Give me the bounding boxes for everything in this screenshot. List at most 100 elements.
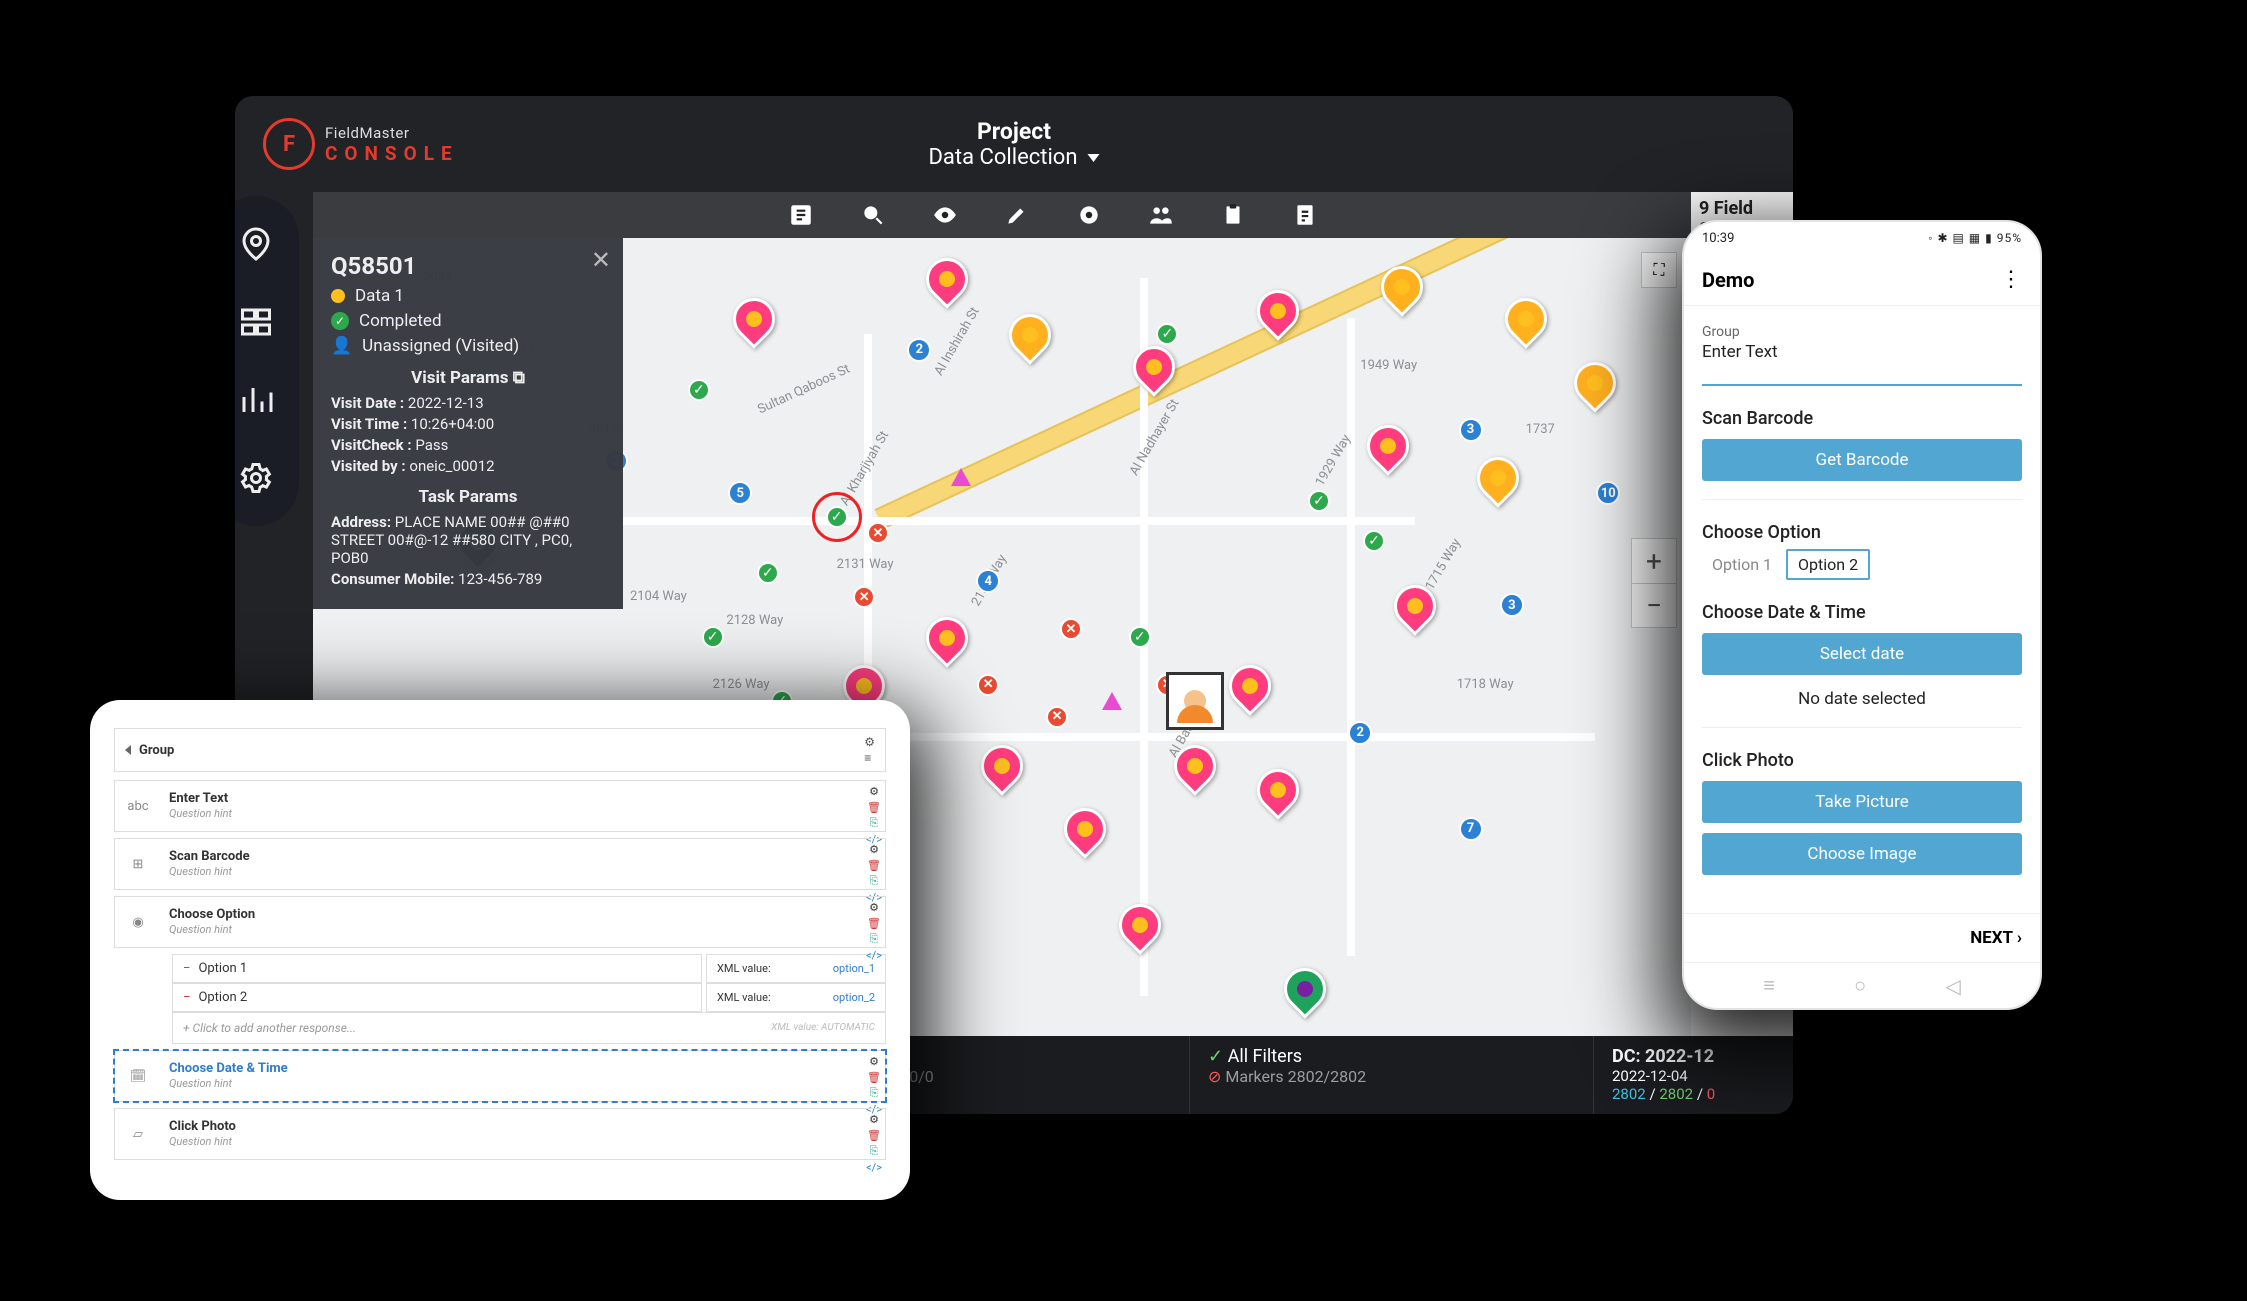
cluster-badge[interactable]: 7 xyxy=(1459,817,1483,841)
cluster-badge[interactable]: 5 xyxy=(728,481,752,505)
status-tick-icon: ✓ xyxy=(1363,530,1385,552)
gear-icon[interactable]: ⚙ xyxy=(867,842,881,856)
dc-count-total: 2802 xyxy=(1612,1085,1646,1103)
trash-icon[interactable]: 🗑 xyxy=(867,1070,881,1084)
brand-logo: F FieldMaster CONSOLE xyxy=(263,118,459,170)
zoom-out-button[interactable]: − xyxy=(1632,583,1676,627)
marker-id: Q58501 xyxy=(331,252,605,280)
home-icon[interactable]: ○ xyxy=(1854,973,1866,998)
tool-visibility-icon[interactable] xyxy=(930,200,960,230)
copy-icon[interactable]: ⎘ xyxy=(867,1144,881,1158)
copy-icon[interactable]: ⎘ xyxy=(867,932,881,946)
project-label: Project xyxy=(928,118,1099,145)
gear-icon[interactable]: ⚙ xyxy=(867,784,881,798)
next-button[interactable]: NEXT › xyxy=(1684,913,2040,962)
question-row[interactable]: ◉ Choose OptionQuestion hint ⚙🗑⎘</> xyxy=(114,896,886,948)
trash-icon[interactable]: 🗑 xyxy=(867,858,881,872)
question-row-selected[interactable]: 🗓 Choose Date & TimeQuestion hint ⚙🗑⎘</> xyxy=(114,1050,886,1102)
trash-icon[interactable]: 🗑 xyxy=(867,1128,881,1142)
copy-icon[interactable]: ⎘ xyxy=(867,1086,881,1100)
visit-check-key: VisitCheck : xyxy=(331,436,412,454)
console-header: F FieldMaster CONSOLE Project Data Colle… xyxy=(235,96,1793,192)
map-pin[interactable] xyxy=(733,298,775,350)
cluster-badge[interactable]: 3 xyxy=(1459,418,1483,442)
add-option-row[interactable]: + Click to add another response... XML v… xyxy=(172,1012,886,1044)
gear-icon[interactable]: ⚙ xyxy=(867,900,881,914)
trash-icon[interactable]: 🗑 xyxy=(867,916,881,930)
menu-icon[interactable]: ≡ xyxy=(864,751,875,765)
user-avatar-marker[interactable] xyxy=(1166,672,1224,730)
map-pin[interactable] xyxy=(1064,808,1106,860)
gear-icon[interactable]: ⚙ xyxy=(867,1112,881,1126)
map-pin[interactable] xyxy=(1477,457,1519,509)
option-1-button[interactable]: Option 1 xyxy=(1702,551,1782,578)
code-icon[interactable]: </> xyxy=(867,1160,881,1174)
trash-icon[interactable]: 🗑 xyxy=(867,800,881,814)
map-pin[interactable] xyxy=(1257,290,1299,342)
map-pin[interactable] xyxy=(926,258,968,310)
gear-icon[interactable]: ⚙ xyxy=(867,1054,881,1068)
map-pin[interactable] xyxy=(981,745,1023,797)
map-pin[interactable] xyxy=(1174,745,1216,797)
question-hint: Question hint xyxy=(169,923,232,936)
nav-analytics-icon[interactable] xyxy=(235,378,278,422)
back-icon[interactable]: ◁ xyxy=(1945,974,1960,998)
gear-icon[interactable]: ⚙ xyxy=(864,735,875,749)
map-pin[interactable] xyxy=(926,617,968,669)
tool-target-icon[interactable] xyxy=(1074,200,1104,230)
tool-draw-icon[interactable] xyxy=(1002,200,1032,230)
option-row[interactable]: −Option 1 XML value:option_1 xyxy=(172,954,886,983)
tool-users-icon[interactable] xyxy=(1146,200,1176,230)
cluster-badge[interactable]: 2 xyxy=(907,338,931,362)
nav-forms-icon[interactable] xyxy=(235,300,278,344)
map-pin[interactable] xyxy=(1257,769,1299,821)
take-picture-button[interactable]: Take Picture xyxy=(1702,781,2022,823)
choose-image-button[interactable]: Choose Image xyxy=(1702,833,2022,875)
map-pin[interactable] xyxy=(1133,346,1175,398)
cluster-badge[interactable]: 4 xyxy=(976,569,1000,593)
copy-icon[interactable]: ⎘ xyxy=(867,874,881,888)
remove-icon[interactable]: − xyxy=(183,961,190,976)
text-input[interactable] xyxy=(1702,384,2022,386)
remove-icon[interactable]: − xyxy=(183,990,190,1005)
option-2-button[interactable]: Option 2 xyxy=(1786,549,1870,580)
question-row[interactable]: abc Enter TextQuestion hint ⚙🗑⎘</> xyxy=(114,780,886,832)
code-icon[interactable]: </> xyxy=(867,948,881,962)
project-title[interactable]: Project Data Collection xyxy=(928,118,1099,170)
map-pin[interactable] xyxy=(1009,314,1051,366)
tool-zoom-icon[interactable] xyxy=(858,200,888,230)
visit-date-val: 2022-12-13 xyxy=(408,394,484,412)
cluster-badge[interactable]: 10 xyxy=(1596,481,1620,505)
map-pin[interactable] xyxy=(1574,362,1616,414)
nav-map-icon[interactable] xyxy=(235,222,278,266)
map-pin[interactable] xyxy=(1284,968,1326,1020)
nav-settings-icon[interactable] xyxy=(235,456,278,500)
external-link-icon[interactable]: ⧉ xyxy=(513,368,525,388)
tool-report-icon[interactable] xyxy=(1290,200,1320,230)
map-pin[interactable] xyxy=(1367,425,1409,477)
recent-apps-icon[interactable]: ≡ xyxy=(1763,973,1775,998)
group-header[interactable]: Group ⚙ ≡ xyxy=(114,728,886,772)
copy-icon[interactable]: ⎘ xyxy=(867,816,881,830)
status-tick-icon: ✓ xyxy=(1308,490,1330,512)
map-pin[interactable] xyxy=(1505,298,1547,350)
zoom-controls: + − xyxy=(1631,538,1677,628)
map-pin[interactable] xyxy=(1119,904,1161,956)
option-row[interactable]: −Option 2 XML value:option_2 xyxy=(172,983,886,1012)
map-pin[interactable] xyxy=(1394,585,1436,637)
status-cross-icon: ✕ xyxy=(977,674,999,696)
tool-clipboard-icon[interactable] xyxy=(1218,200,1248,230)
map-pin[interactable] xyxy=(1381,266,1423,318)
fullscreen-button[interactable]: ⛶ xyxy=(1641,252,1677,288)
footer-filters[interactable]: ✓ All Filters ⊘ Markers 2802/2802 xyxy=(1189,1036,1593,1114)
question-row[interactable]: ⊞ Scan BarcodeQuestion hint ⚙🗑⎘</> xyxy=(114,838,886,890)
select-date-button[interactable]: Select date xyxy=(1702,633,2022,675)
get-barcode-button[interactable]: Get Barcode xyxy=(1702,439,2022,481)
map-pin[interactable] xyxy=(1229,665,1271,717)
cluster-badge[interactable]: 3 xyxy=(1500,593,1524,617)
zoom-in-button[interactable]: + xyxy=(1632,539,1676,583)
question-row[interactable]: ▱ Click PhotoQuestion hint ⚙🗑⎘</> xyxy=(114,1108,886,1160)
close-icon[interactable]: ✕ xyxy=(591,246,611,274)
tool-layers-icon[interactable] xyxy=(786,200,816,230)
cluster-badge[interactable]: 2 xyxy=(1348,721,1372,745)
